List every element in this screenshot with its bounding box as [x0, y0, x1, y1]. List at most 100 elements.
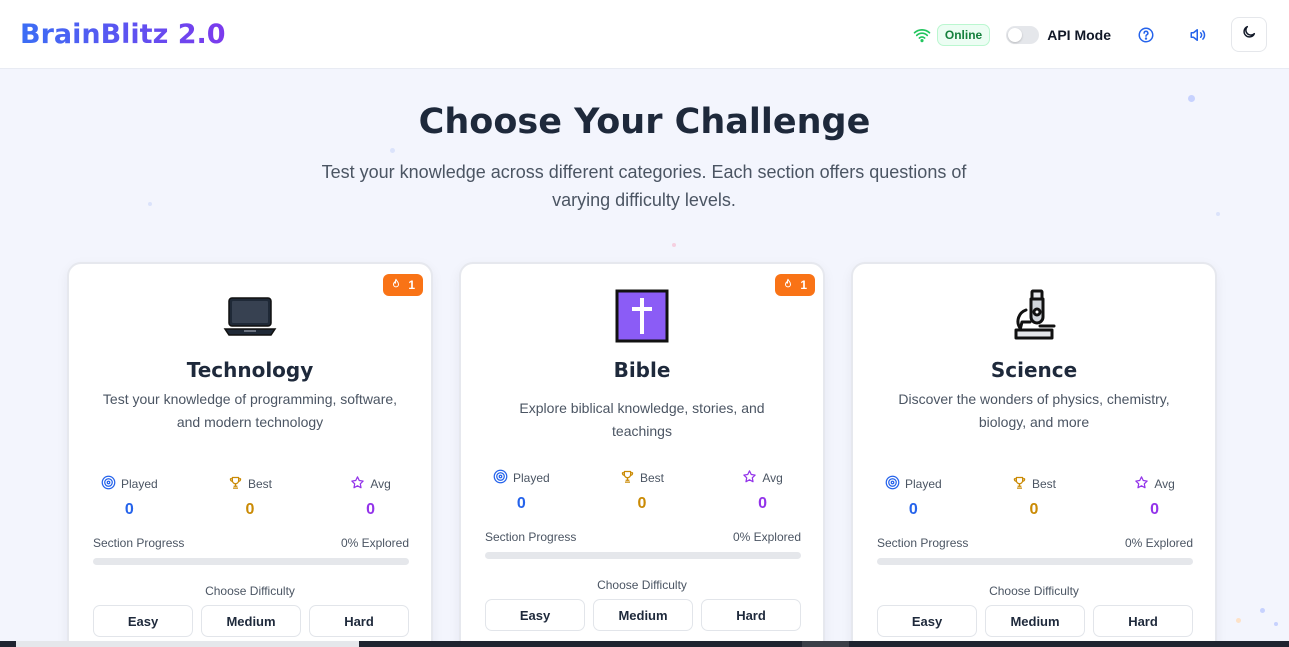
stat-label: Avg [762, 471, 783, 485]
trophy-icon [620, 469, 635, 487]
difficulty-label: Choose Difficulty [597, 578, 687, 592]
page-subtitle: Test your knowledge across different cat… [321, 162, 967, 210]
difficulty-label: Choose Difficulty [989, 584, 1079, 598]
easy-button[interactable]: Easy [485, 599, 585, 631]
target-icon [493, 469, 508, 487]
scrollbar-thumb[interactable] [16, 641, 359, 647]
stat-best: Best 0 [582, 469, 703, 513]
background-dot [1260, 608, 1265, 613]
section-progress: Section Progress 0% Explored [877, 536, 1193, 550]
easy-button[interactable]: Easy [93, 605, 193, 637]
stat-label: Played [120, 477, 158, 491]
star-icon [350, 475, 365, 493]
flame-icon [391, 278, 401, 292]
stat-avg: Avg 0 [702, 469, 823, 513]
card-stats: Played 0 Best 0 Avg 0 [69, 475, 431, 519]
background-dot [1216, 212, 1220, 216]
stat-value: 0 [1029, 501, 1039, 518]
background-dot [1188, 95, 1195, 102]
stat-played: Played 0 [461, 469, 582, 513]
stat-best: Best 0 [974, 475, 1095, 519]
progress-bar [877, 558, 1193, 565]
star-icon [1134, 475, 1149, 493]
help-icon[interactable] [1137, 26, 1155, 44]
stat-best: Best 0 [190, 475, 311, 519]
stat-value: 0 [758, 495, 768, 512]
stat-value: 0 [366, 501, 376, 518]
volume-icon[interactable] [1189, 26, 1207, 44]
progress-label: Section Progress [485, 530, 577, 544]
category-card-science[interactable]: Science Discover the wonders of physics,… [851, 262, 1217, 647]
card-title: Technology [186, 358, 314, 382]
trophy-icon [1012, 475, 1027, 493]
streak-badge: 1 [383, 274, 423, 296]
moon-icon [1241, 24, 1257, 45]
online-status-badge: Online [936, 23, 991, 46]
progress-bar [93, 558, 409, 565]
header-controls: Online API Mode [913, 17, 1267, 52]
progress-text: 0% Explored [732, 530, 801, 544]
hard-button[interactable]: Hard [1093, 605, 1193, 637]
stat-label: Best [247, 477, 272, 491]
target-icon [101, 475, 116, 493]
app-header: BrainBlitz 2.0 Online API Mode [0, 0, 1289, 69]
stat-label: Best [1031, 477, 1056, 491]
stat-value: 0 [1150, 501, 1160, 518]
progress-label: Section Progress [877, 536, 969, 550]
streak-count: 1 [800, 278, 807, 292]
background-dot [672, 243, 676, 247]
card-stats: Played 0 Best 0 Avg 0 [853, 475, 1215, 519]
background-dot [148, 202, 152, 206]
background-dot [1274, 622, 1278, 626]
star-icon [742, 469, 757, 487]
progress-bar [485, 552, 801, 559]
app-logo[interactable]: BrainBlitz 2.0 [20, 19, 226, 50]
stat-value: 0 [637, 495, 647, 512]
page-title: Choose Your Challenge [418, 102, 871, 142]
stat-label: Avg [1154, 477, 1175, 491]
category-card-technology[interactable]: 1 Technology Test your knowledge of prog… [67, 262, 433, 647]
stat-avg: Avg 0 [310, 475, 431, 519]
stat-avg: Avg 0 [1094, 475, 1215, 519]
medium-button[interactable]: Medium [593, 599, 693, 631]
streak-count: 1 [408, 278, 415, 292]
difficulty-buttons: Easy Medium Hard [485, 599, 801, 631]
hard-button[interactable]: Hard [701, 599, 801, 631]
laptop-icon [222, 288, 278, 344]
progress-label: Section Progress [93, 536, 185, 550]
api-mode-label: API Mode [1047, 26, 1111, 43]
stat-label: Avg [370, 477, 391, 491]
section-progress: Section Progress 0% Explored [93, 536, 409, 550]
card-title: Science [990, 358, 1078, 382]
background-dot [1236, 618, 1241, 623]
card-description: Test your knowledge of programming, soft… [102, 391, 398, 430]
stat-value: 0 [124, 501, 134, 518]
medium-button[interactable]: Medium [985, 605, 1085, 637]
category-card-bible[interactable]: 1 Bible Explore biblical knowledge, stor… [459, 262, 825, 647]
theme-toggle-button[interactable] [1231, 17, 1267, 52]
stat-played: Played 0 [69, 475, 190, 519]
card-description: Discover the wonders of physics, chemist… [898, 391, 1170, 430]
stat-value: 0 [908, 501, 918, 518]
difficulty-buttons: Easy Medium Hard [877, 605, 1193, 637]
hard-button[interactable]: Hard [309, 605, 409, 637]
stat-played: Played 0 [853, 475, 974, 519]
stat-label: Played [904, 477, 942, 491]
card-title: Bible [613, 358, 671, 382]
stat-value: 0 [516, 495, 526, 512]
api-mode-toggle[interactable] [1006, 25, 1040, 44]
card-stats: Played 0 Best 0 Avg 0 [461, 469, 823, 513]
stat-value: 0 [245, 501, 255, 518]
wifi-icon [913, 26, 931, 44]
cross-icon [614, 288, 670, 344]
scrollbar-segment [802, 641, 849, 647]
bottom-scroll-strip [0, 641, 1289, 647]
microscope-icon [1006, 288, 1062, 344]
stat-label: Played [512, 471, 550, 485]
flame-icon [783, 278, 793, 292]
trophy-icon [228, 475, 243, 493]
section-progress: Section Progress 0% Explored [485, 530, 801, 544]
medium-button[interactable]: Medium [201, 605, 301, 637]
background-dot [390, 148, 395, 153]
easy-button[interactable]: Easy [877, 605, 977, 637]
